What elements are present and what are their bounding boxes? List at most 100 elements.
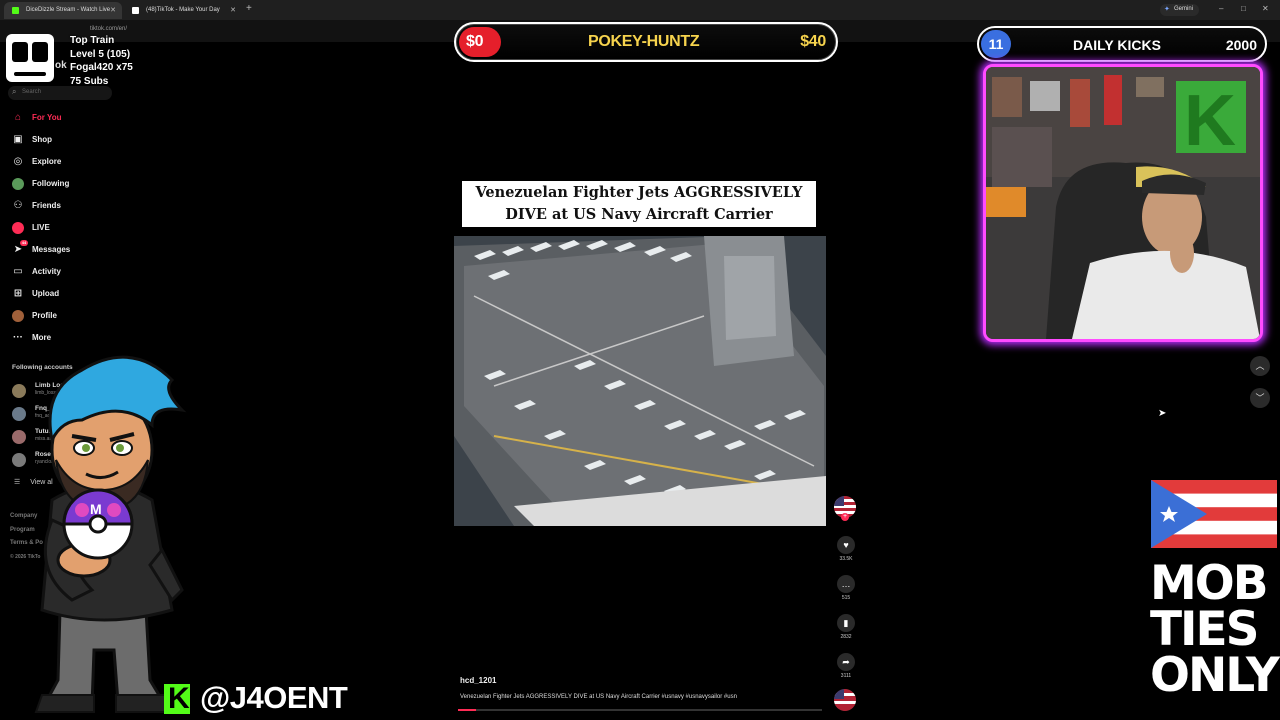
- comment-action[interactable]: … 515: [836, 575, 856, 601]
- comment-count: 515: [841, 595, 851, 601]
- mob-text-line3: ONLY: [1150, 648, 1280, 703]
- goal-left-amount: $0: [466, 33, 484, 50]
- daily-kicks-count: 11: [981, 30, 1011, 58]
- train-top-gifter: Fogal420 x75: [70, 62, 133, 73]
- svg-text:M: M: [90, 501, 102, 517]
- home-icon: ⌂: [14, 112, 22, 123]
- compass-icon: ◎: [13, 156, 23, 167]
- webcam-feed: K: [983, 64, 1263, 342]
- tiktok-logo-fragment: ok: [55, 60, 67, 71]
- new-tab-button[interactable]: +: [246, 3, 252, 14]
- daily-kicks-title: DAILY KICKS: [1073, 37, 1161, 53]
- share-action[interactable]: ➦ 3111: [836, 653, 856, 679]
- svg-text:K: K: [1184, 81, 1236, 161]
- sidebar-item-label: More: [32, 333, 52, 342]
- sidebar-item-label: Profile: [32, 311, 57, 320]
- sidebar-item-explore[interactable]: ◎ Explore: [12, 156, 62, 170]
- sound-avatar[interactable]: [834, 689, 856, 711]
- chevron-down-icon: ﹀: [1255, 393, 1265, 403]
- streamer-handle: @J4OENT: [200, 680, 348, 715]
- maximize-icon[interactable]: □: [1241, 4, 1246, 13]
- sidebar-item-more[interactable]: ··· More: [12, 332, 51, 346]
- aircraft-carrier-image-icon: [454, 236, 826, 526]
- daily-kicks-bar: 11 DAILY KICKS 2000: [977, 26, 1267, 62]
- follow-plus-button[interactable]: +: [841, 513, 849, 521]
- mouse-cursor-icon: ➤: [1158, 408, 1167, 419]
- save-count: 2832: [840, 634, 852, 640]
- sidebar-item-label: Explore: [32, 157, 62, 166]
- search-input[interactable]: ⌕ Search: [8, 86, 112, 100]
- goal-right-amount: $40: [800, 33, 826, 50]
- like-count: 33.5K: [839, 556, 853, 562]
- tab-title: (48)TikTok - Make Your Day: [146, 7, 220, 13]
- previous-video-button[interactable]: ︿: [1250, 356, 1270, 376]
- profile-icon: [12, 310, 24, 322]
- minimize-icon[interactable]: –: [1219, 4, 1223, 13]
- sidebar-item-label: Activity: [32, 267, 61, 276]
- video-caption: Venezuelan Fighter Jets AGGRESSIVELY DIV…: [460, 694, 737, 700]
- sidebar-item-label: Messages: [32, 245, 71, 254]
- like-action[interactable]: ♥ 33.5K: [836, 536, 856, 562]
- daily-kicks-goal: 2000: [1225, 37, 1257, 53]
- gemini-button[interactable]: Gemini: [1160, 4, 1200, 16]
- sound-disc-icon: [834, 689, 856, 711]
- train-info: Top Train Level 5 (105) Fogal420 x75 75 …: [70, 34, 133, 88]
- sidebar-item-messages[interactable]: ➤ 44 Messages: [12, 240, 71, 258]
- mascot-cartoon-icon: M: [34, 355, 187, 713]
- sidebar-item-label: Shop: [32, 135, 52, 144]
- video-progress-fill: [458, 709, 477, 711]
- comment-icon[interactable]: …: [837, 575, 855, 593]
- video-title-card: Venezuelan Fighter Jets AGGRESSIVELY DIV…: [462, 181, 816, 227]
- sidebar-item-profile[interactable]: Profile: [12, 310, 57, 324]
- share-icon[interactable]: ➦: [837, 653, 855, 671]
- sidebar-item-shop[interactable]: ▣ Shop: [12, 134, 52, 148]
- close-window-icon[interactable]: ✕: [1262, 4, 1269, 13]
- following-icon: [12, 178, 24, 190]
- messages-badge: 44: [20, 240, 28, 246]
- train-title: Top Train: [70, 35, 115, 46]
- heart-icon[interactable]: ♥: [837, 536, 855, 554]
- bookmark-icon[interactable]: ▮: [837, 614, 855, 632]
- close-tab-icon[interactable]: ✕: [110, 6, 116, 14]
- save-action[interactable]: ▮ 2832: [836, 614, 856, 640]
- sidebar-item-following[interactable]: Following: [12, 178, 69, 192]
- tab-tiktok[interactable]: (48)TikTok - Make Your Day ✕: [124, 2, 242, 19]
- sidebar-item-label: For You: [32, 113, 62, 122]
- sidebar-item-friends[interactable]: ⚇ Friends: [12, 200, 61, 214]
- browser-tabbar: DiceDizzle Stream - Watch Live ✕ (48)Tik…: [0, 0, 1280, 20]
- sidebar-item-label: LIVE: [32, 223, 50, 232]
- sidebar-item-label: Following: [32, 179, 70, 188]
- subathon-goal-bar: $0 POKEY-HUNTZ $40: [454, 22, 838, 62]
- webcam-scene-icon: K: [986, 67, 1260, 339]
- video-author[interactable]: hcd_1201: [460, 676, 496, 685]
- video-title-line2: DIVE at US Navy Aircraft Carrier: [505, 206, 773, 223]
- tab-dicedizzle[interactable]: DiceDizzle Stream - Watch Live ✕: [4, 2, 122, 19]
- shop-icon: ▣: [13, 134, 23, 145]
- sidebar-item-live[interactable]: LIVE: [12, 222, 50, 236]
- sidebar-item-for-you[interactable]: ⌂ For You: [12, 112, 62, 126]
- video-progress-bar[interactable]: [458, 709, 822, 711]
- train-level: Level 5 (105): [70, 48, 131, 60]
- next-video-button[interactable]: ﹀: [1250, 388, 1270, 408]
- sidebar-item-upload[interactable]: ⊞ Upload: [12, 288, 59, 302]
- sidebar-item-activity[interactable]: ▭ Activity: [12, 266, 61, 280]
- url-text[interactable]: tiktok.com/en/: [90, 26, 127, 32]
- search-placeholder: Search: [22, 89, 42, 95]
- friends-icon: ⚇: [13, 200, 23, 211]
- close-tab-icon[interactable]: ✕: [230, 6, 236, 14]
- live-icon: [12, 222, 24, 234]
- list-icon: ☰: [14, 479, 21, 486]
- more-icon: ···: [13, 332, 23, 343]
- sidebar-item-label: Upload: [32, 289, 60, 298]
- goal-name: POKEY-HUNTZ: [588, 33, 700, 50]
- upload-icon: ⊞: [13, 288, 23, 299]
- puerto-rico-flag-icon: [1151, 480, 1277, 548]
- kick-logo-icon: [164, 682, 190, 716]
- chevron-up-icon: ︿: [1255, 361, 1265, 371]
- share-count: 3111: [840, 673, 852, 679]
- mob-text-line2: TIES: [1150, 602, 1260, 657]
- search-icon: ⌕: [12, 87, 17, 96]
- train-logo-icon: [6, 34, 54, 82]
- video-player[interactable]: [454, 236, 826, 526]
- video-title-line1: Venezuelan Fighter Jets AGGRESSIVELY: [475, 184, 803, 201]
